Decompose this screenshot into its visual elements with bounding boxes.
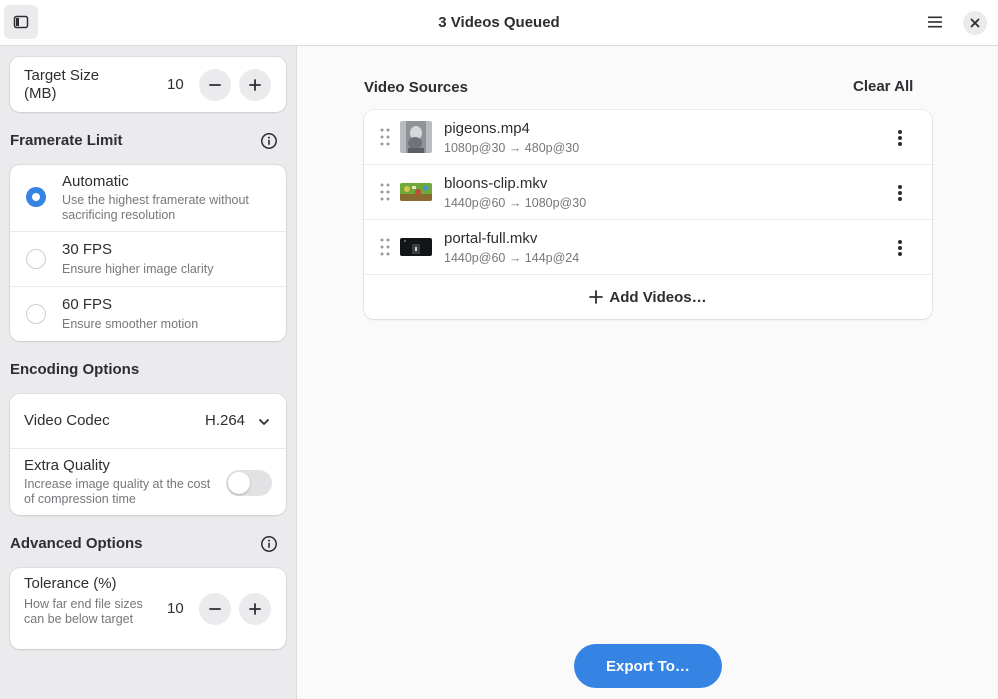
drag-handle-icon[interactable] [378,127,392,147]
plus-icon [589,290,604,304]
tolerance-value[interactable]: 10 [167,600,184,617]
advanced-section-title: Advanced Options [10,535,143,552]
video-thumbnail [400,183,432,201]
video-name: portal-full.mkv [444,230,538,247]
video-options-button[interactable] [886,234,914,262]
video-name: bloons-clip.mkv [444,175,548,192]
drag-handle-icon[interactable] [378,182,392,202]
video-options-button[interactable] [886,124,914,152]
video-thumbnail [400,238,432,256]
export-button[interactable]: Export To… [574,644,722,688]
toggle-knob [228,472,250,494]
tolerance-description: How far end file sizes can be below targ… [24,597,143,626]
divider [10,231,286,232]
video-conversion-info: 1440p@60 → 144p@24 [444,251,580,265]
video-options-button[interactable] [886,179,914,207]
clear-all-button[interactable]: Clear All [843,78,923,95]
advanced-info-icon[interactable] [260,535,278,553]
close-window-button[interactable] [963,11,987,35]
tolerance-label: Tolerance (%) [24,575,117,592]
extra-quality-label: Extra Quality [24,457,110,474]
main-menu-button[interactable] [919,6,951,38]
window-title: 3 Videos Queued [438,14,560,31]
add-videos-label: Add Videos… [609,288,707,306]
list-item[interactable]: bloons-clip.mkv 1440p@60 → 1080p@30 [364,165,932,220]
sidebar: Target Size (MB) 10 Framerate Limit Auto… [0,46,297,699]
radio-30fps[interactable] [26,249,46,269]
kebab-menu-icon [898,185,902,201]
main-content: Video Sources Clear All pigeons.mp4 1080… [298,46,998,699]
framerate-option-description: Use the highest framerate without sacrif… [62,193,249,222]
framerate-option-label: 30 FPS [62,241,113,258]
video-conversion-info: 1440p@60 → 1080p@30 [444,196,587,210]
drag-handle-icon[interactable] [378,237,392,257]
video-codec-value: H.264 [205,412,246,429]
list-item[interactable]: pigeons.mp4 1080p@30 → 480p@30 [364,110,932,165]
target-size-increment-button[interactable] [239,69,271,101]
add-videos-button[interactable]: Add Videos… [364,275,932,319]
plus-icon [249,79,261,91]
divider [10,286,286,287]
target-size-card: Target Size (MB) 10 [10,57,286,112]
radio-automatic[interactable] [26,187,46,207]
framerate-info-icon[interactable] [260,132,278,150]
divider [10,448,286,449]
video-sources-title: Video Sources [364,79,468,96]
video-list: pigeons.mp4 1080p@30 → 480p@30 bloons-cl… [364,110,932,319]
video-codec-label: Video Codec [24,412,110,429]
kebab-menu-icon [898,240,902,256]
extra-quality-description: Increase image quality at the cost of co… [24,477,211,506]
video-name: pigeons.mp4 [444,120,530,137]
framerate-option-label: Automatic [62,173,129,190]
extra-quality-toggle[interactable] [226,470,272,496]
close-icon [970,18,980,28]
tolerance-decrement-button[interactable] [199,593,231,625]
framerate-option-description: Ensure higher image clarity [62,262,214,276]
kebab-menu-icon [898,130,902,146]
radio-60fps[interactable] [26,304,46,324]
encoding-card: Video Codec H.264 Extra Quality Increase… [10,394,286,515]
framerate-card: Automatic Use the highest framerate with… [10,165,286,341]
framerate-option-description: Ensure smoother motion [62,317,199,331]
target-size-label: Target Size (MB) [24,67,100,102]
video-conversion-info: 1080p@30 → 480p@30 [444,141,580,155]
target-size-decrement-button[interactable] [199,69,231,101]
plus-icon [249,603,261,615]
minus-icon [209,84,221,86]
encoding-section-title: Encoding Options [10,361,140,378]
header-bar: 3 Videos Queued [0,0,998,46]
tolerance-increment-button[interactable] [239,593,271,625]
target-size-value[interactable]: 10 [167,76,184,93]
list-item[interactable]: portal-full.mkv 1440p@60 → 144p@24 [364,220,932,275]
minus-icon [209,608,221,610]
tolerance-card: Tolerance (%) How far end file sizes can… [10,568,286,649]
video-thumbnail [400,121,432,153]
framerate-section-title: Framerate Limit [10,132,123,149]
hamburger-menu-icon [928,16,942,28]
chevron-down-icon [259,419,269,425]
framerate-option-label: 60 FPS [62,296,113,313]
